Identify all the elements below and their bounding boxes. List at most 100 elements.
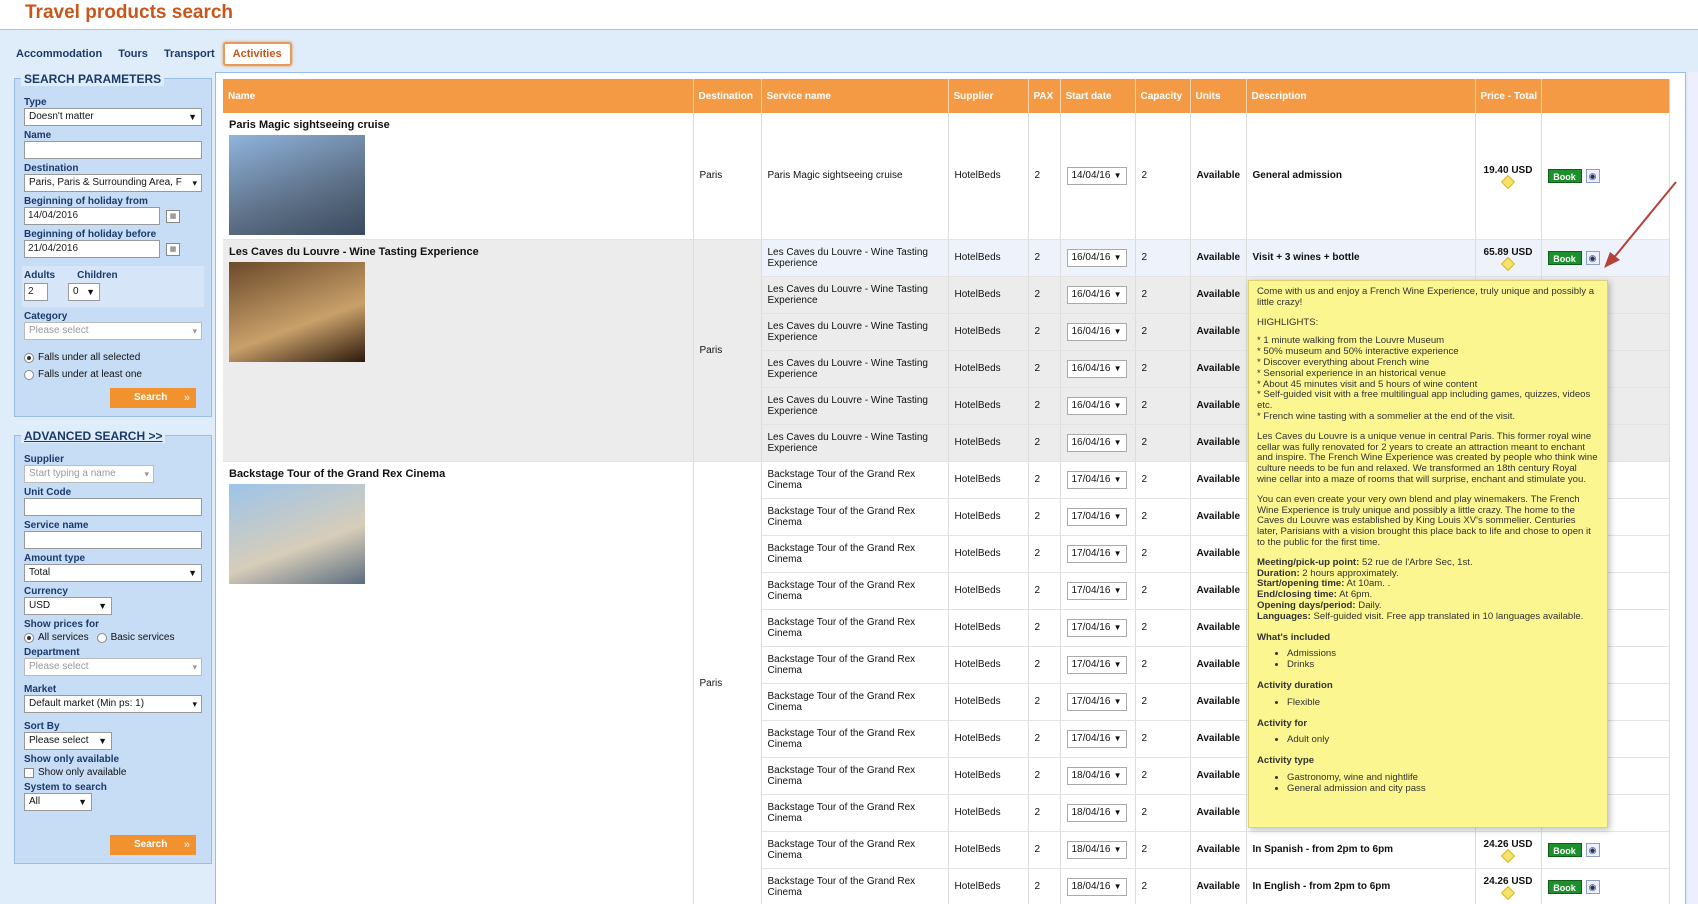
highlight-item: * French wine tasting with a sommelier a…: [1257, 410, 1516, 422]
advanced-search-link[interactable]: ADVANCED SEARCH >>: [21, 429, 166, 443]
radio-all-selected[interactable]: Falls under all selected: [24, 352, 202, 363]
start-date-select[interactable]: 17/04/16 ▼: [1066, 544, 1127, 563]
product-name[interactable]: Backstage Tour of the Grand Rex Cinema: [229, 468, 693, 480]
start-date-select[interactable]: 17/04/16 ▼: [1066, 470, 1127, 489]
service-name-input[interactable]: [24, 531, 202, 549]
view-details-icon[interactable]: ◉: [1585, 842, 1600, 857]
supplier-select[interactable]: Start typing a name ▾: [24, 465, 154, 483]
checkbox[interactable]: [24, 767, 34, 778]
price-info-icon[interactable]: [1500, 256, 1516, 271]
category-select[interactable]: Please select ▾: [24, 322, 202, 340]
radio-dot[interactable]: [24, 352, 34, 363]
column-header: Start date: [1060, 79, 1136, 113]
radio-basic-services[interactable]: Basic services: [96, 632, 174, 643]
view-details-icon[interactable]: ◉: [1585, 879, 1600, 894]
destination-cell: Paris: [693, 113, 762, 240]
pax-cell: 2: [1028, 424, 1061, 462]
calendar-icon[interactable]: ▦: [166, 209, 180, 223]
chevron-down-icon: ▼: [1113, 696, 1122, 706]
price-info-icon[interactable]: [1500, 885, 1516, 900]
start-date-cell: 18/04/16 ▼: [1060, 794, 1136, 832]
start-date-select[interactable]: 16/04/16 ▼: [1066, 433, 1127, 452]
start-date-select[interactable]: 16/04/16 ▼: [1066, 396, 1127, 415]
amount-type-select[interactable]: Total ▼: [24, 564, 202, 582]
search-button[interactable]: Search »: [110, 388, 196, 408]
start-date-select[interactable]: 16/04/16 ▼: [1066, 248, 1127, 267]
book-button[interactable]: Book: [1547, 168, 1582, 183]
capacity-cell: 2: [1135, 720, 1191, 758]
start-date-select[interactable]: 14/04/16 ▼: [1066, 166, 1127, 185]
all-services-label: All services: [38, 632, 89, 643]
before-date-input[interactable]: 21/04/2016: [24, 240, 160, 258]
start-date-select[interactable]: 18/04/16 ▼: [1066, 840, 1127, 859]
scrollbar[interactable]: [1688, 72, 1698, 904]
sort-select[interactable]: Please select ▼: [24, 732, 112, 750]
service-name-cell: Paris Magic sightseeing cruise: [761, 113, 949, 240]
type-select[interactable]: Doesn't matter ▼: [24, 108, 202, 126]
system-select[interactable]: All ▼: [24, 793, 92, 811]
start-date-value: 16/04/16: [1071, 251, 1111, 263]
price-cell: 19.40 USD: [1475, 113, 1542, 240]
start-date-select[interactable]: 17/04/16 ▼: [1066, 507, 1127, 526]
advanced-search-button[interactable]: Search »: [110, 835, 196, 855]
calendar-icon[interactable]: ▦: [166, 242, 180, 256]
price-info-icon[interactable]: [1500, 848, 1516, 863]
tab-tours[interactable]: Tours: [110, 42, 156, 66]
tooltip-highlights-title: HIGHLIGHTS:: [1257, 316, 1319, 328]
units-cell: Available: [1190, 646, 1247, 684]
product-photo: [229, 135, 365, 235]
advanced-search-panel: ADVANCED SEARCH >> Supplier Start typing…: [14, 429, 212, 864]
start-date-select[interactable]: 18/04/16 ▼: [1066, 877, 1127, 896]
start-date-select[interactable]: 17/04/16 ▼: [1066, 692, 1127, 711]
pax-cell: 2: [1028, 535, 1061, 573]
adults-input[interactable]: 2: [24, 283, 48, 301]
search-parameters-legend: SEARCH PARAMETERS: [21, 72, 165, 86]
start-date-select[interactable]: 16/04/16 ▼: [1066, 359, 1127, 378]
price-info-icon[interactable]: [1500, 174, 1516, 189]
market-select[interactable]: Default market (Min ps: 1) ▾: [24, 695, 202, 713]
start-date-value: 18/04/16: [1071, 769, 1111, 781]
radio-dot[interactable]: [96, 632, 107, 643]
book-button[interactable]: Book: [1547, 842, 1582, 857]
name-input[interactable]: [24, 141, 202, 159]
tab-activities[interactable]: Activities: [222, 42, 292, 66]
start-date-select[interactable]: 16/04/16 ▼: [1066, 285, 1127, 304]
radio-all-services[interactable]: All services: [24, 632, 89, 643]
radio-dot[interactable]: [24, 369, 34, 380]
currency-select[interactable]: USD ▼: [24, 597, 112, 615]
start-date-select[interactable]: 17/04/16 ▼: [1066, 581, 1127, 600]
start-date-select[interactable]: 18/04/16 ▼: [1066, 803, 1127, 822]
start-date-select[interactable]: 16/04/16 ▼: [1066, 322, 1127, 341]
start-date-select[interactable]: 17/04/16 ▼: [1066, 729, 1127, 748]
department-select[interactable]: Please select ▾: [24, 658, 202, 676]
tab-accommodation[interactable]: Accommodation: [8, 42, 110, 66]
chevron-down-icon: ▼: [188, 568, 197, 578]
radio-dot[interactable]: [24, 632, 34, 643]
radio-at-least-one[interactable]: Falls under at least one: [24, 369, 202, 380]
start-date-select[interactable]: 17/04/16 ▼: [1066, 618, 1127, 637]
department-label: Department: [24, 647, 80, 658]
product-name[interactable]: Paris Magic sightseeing cruise: [229, 119, 693, 131]
chevron-down-icon: ▼: [1113, 363, 1122, 373]
from-date-input[interactable]: 14/04/2016: [24, 207, 160, 225]
capacity-cell: 2: [1135, 387, 1191, 425]
highlight-item: * Sensorial experience in an historical …: [1257, 367, 1446, 379]
double-chevron-icon: »: [183, 839, 190, 851]
supplier-cell: HotelBeds: [948, 572, 1029, 610]
destination-select[interactable]: Paris, Paris & Surrounding Area, F ▾: [24, 174, 202, 192]
tooltip-highlights: * 1 minute walking from the Louvre Museu…: [1257, 336, 1599, 422]
tooltip-included-title: What's included: [1257, 631, 1331, 643]
book-button[interactable]: Book: [1547, 250, 1582, 265]
children-select[interactable]: 0 ▼: [68, 283, 100, 301]
book-button[interactable]: Book: [1547, 879, 1582, 894]
show-only-available-checkbox[interactable]: Show only available: [24, 767, 202, 778]
start-date-value: 16/04/16: [1071, 325, 1111, 337]
start-date-select[interactable]: 18/04/16 ▼: [1066, 766, 1127, 785]
tab-transport[interactable]: Transport: [156, 42, 223, 66]
product-name[interactable]: Les Caves du Louvre - Wine Tasting Exper…: [229, 246, 693, 258]
service-name-cell: Backstage Tour of the Grand Rex Cinema: [761, 757, 949, 795]
languages-value: Self-guided visit. Free app translated i…: [1310, 610, 1584, 622]
unit-code-input[interactable]: [24, 498, 202, 516]
start-date-select[interactable]: 17/04/16 ▼: [1066, 655, 1127, 674]
pax-cell: 2: [1028, 113, 1061, 240]
